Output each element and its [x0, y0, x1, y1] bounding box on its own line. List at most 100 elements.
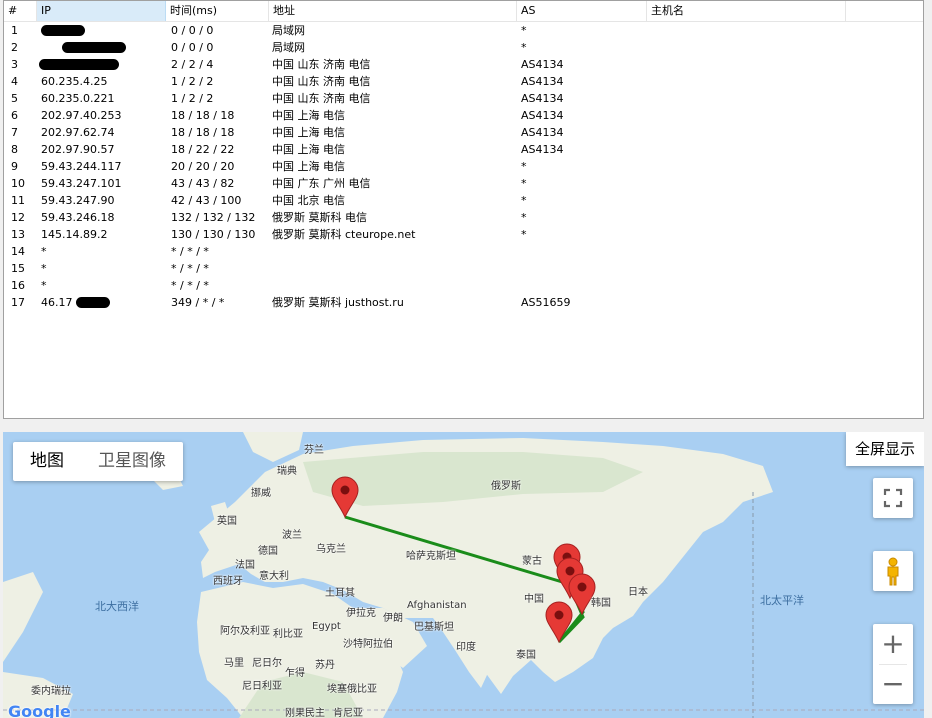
fullscreen-toggle-button[interactable]	[873, 478, 913, 518]
hop-ip: 59.43.244.117	[41, 160, 122, 173]
label-uk: 英国	[217, 516, 237, 527]
hop-index: 5	[11, 92, 18, 105]
label-iraq: 伊拉克	[346, 608, 376, 619]
hop-ip: *	[41, 279, 47, 292]
hop-as: AS4134	[521, 92, 564, 105]
hop-time: 0 / 0 / 0	[171, 41, 214, 54]
hop-address: 局域网	[272, 24, 305, 37]
redaction-mark	[39, 59, 119, 70]
hop-ip: 60.235.0.221	[41, 92, 115, 105]
hop-time: * / * / *	[171, 279, 209, 292]
hop-index: 1	[11, 24, 18, 37]
hop-index: 11	[11, 194, 25, 207]
hop-address: 中国 山东 济南 电信	[272, 92, 371, 105]
column-header-time[interactable]: 时间(ms)	[166, 1, 269, 21]
label-egypt: Egypt	[312, 621, 341, 632]
table-row[interactable]: 9 59.43.244.117 20 / 20 / 20 中国 上海 电信 *	[4, 158, 923, 175]
zoom-control: + −	[873, 624, 913, 704]
column-header-hostname[interactable]: 主机名	[647, 1, 846, 21]
label-japan: 日本	[628, 587, 648, 598]
hop-address: 中国 上海 电信	[272, 126, 345, 139]
zoom-separator	[879, 664, 907, 665]
hop-time: 18 / 18 / 18	[171, 109, 235, 122]
hop-index: 16	[11, 279, 25, 292]
hop-time: 2 / 2 / 4	[171, 58, 214, 71]
table-row[interactable]: 5 60.235.0.221 1 / 2 / 2 中国 山东 济南 电信 AS4…	[4, 90, 923, 107]
hop-index: 9	[11, 160, 18, 173]
google-logo: Google	[8, 702, 71, 718]
label-finland: 芬兰	[304, 445, 324, 456]
table-row[interactable]: 15 * * / * / *	[4, 260, 923, 277]
column-header-as[interactable]: AS	[517, 1, 647, 21]
label-thailand: 泰国	[516, 650, 536, 661]
label-saudi: 沙特阿拉伯	[343, 639, 393, 650]
label-ethiopia: 埃塞俄比亚	[327, 684, 377, 695]
street-view-button[interactable]	[873, 551, 913, 591]
map-type-map-button[interactable]: 地图	[13, 442, 81, 481]
label-kazakhstan: 哈萨克斯坦	[406, 551, 456, 562]
label-spain: 西班牙	[213, 576, 243, 587]
hop-time: 42 / 43 / 100	[171, 194, 242, 207]
hop-as: *	[521, 211, 527, 224]
table-row[interactable]: 1 0 / 0 / 0 局域网 *	[4, 22, 923, 39]
table-row[interactable]: 17 46.17 349 / * / * 俄罗斯 莫斯科 justhost.ru…	[4, 294, 923, 311]
label-niger: 尼日尔	[252, 658, 282, 669]
fullscreen-text-button[interactable]: 全屏显示	[846, 432, 924, 466]
map-type-satellite-button[interactable]: 卫星图像	[81, 442, 183, 481]
hop-time: 20 / 20 / 20	[171, 160, 235, 173]
label-libya: 利比亚	[273, 629, 303, 640]
hop-index: 8	[11, 143, 18, 156]
column-header-ip[interactable]: IP	[37, 1, 166, 21]
table-row[interactable]: 8 202.97.90.57 18 / 22 / 22 中国 上海 电信 AS4…	[4, 141, 923, 158]
hop-address: 中国 上海 电信	[272, 109, 345, 122]
label-sweden: 瑞典	[277, 466, 297, 477]
hop-address: 局域网	[272, 41, 305, 54]
label-ukraine: 乌克兰	[316, 544, 346, 555]
table-row[interactable]: 4 60.235.4.25 1 / 2 / 2 中国 山东 济南 电信 AS41…	[4, 73, 923, 90]
table-row[interactable]: 14 * * / * / *	[4, 243, 923, 260]
table-row[interactable]: 7 202.97.62.74 18 / 18 / 18 中国 上海 电信 AS4…	[4, 124, 923, 141]
hop-time: 130 / 130 / 130	[171, 228, 256, 241]
table-row[interactable]: 11 59.43.247.90 42 / 43 / 100 中国 北京 电信 *	[4, 192, 923, 209]
label-north-atlantic: 北大西洋	[95, 600, 139, 613]
label-russia: 俄罗斯	[491, 481, 521, 492]
column-header-address[interactable]: 地址	[269, 1, 517, 21]
table-row[interactable]: 13 145.14.89.2 130 / 130 / 130 俄罗斯 莫斯科 c…	[4, 226, 923, 243]
label-mali: 马里	[224, 658, 244, 669]
hop-index: 13	[11, 228, 25, 241]
hop-ip: *	[41, 262, 47, 275]
label-poland: 波兰	[282, 530, 302, 541]
hop-address: 俄罗斯 莫斯科 电信	[272, 211, 367, 224]
zoom-in-button[interactable]: +	[873, 624, 913, 664]
label-nigeria: 尼日利亚	[242, 681, 282, 692]
table-row[interactable]: 10 59.43.247.101 43 / 43 / 82 中国 广东 广州 电…	[4, 175, 923, 192]
label-algeria: 阿尔及利亚	[220, 626, 270, 637]
hop-as: *	[521, 41, 527, 54]
column-header-index[interactable]: #	[4, 1, 37, 21]
hop-address: 俄罗斯 莫斯科 justhost.ru	[272, 296, 404, 309]
hop-time: * / * / *	[171, 262, 209, 275]
label-congo: 刚果民主	[285, 708, 325, 718]
label-korea: 韩国	[591, 598, 611, 609]
table-row[interactable]: 6 202.97.40.253 18 / 18 / 18 中国 上海 电信 AS…	[4, 107, 923, 124]
redaction-mark	[76, 297, 110, 308]
table-row[interactable]: 3 2 / 2 / 4 中国 山东 济南 电信 AS4134	[4, 56, 923, 73]
hop-as: AS4134	[521, 109, 564, 122]
hop-as: *	[521, 194, 527, 207]
table-row[interactable]: 12 59.43.246.18 132 / 132 / 132 俄罗斯 莫斯科 …	[4, 209, 923, 226]
hop-index: 2	[11, 41, 18, 54]
hop-address: 中国 上海 电信	[272, 160, 345, 173]
label-mongolia: 蒙古	[522, 556, 542, 567]
hop-ip: 202.97.62.74	[41, 126, 115, 139]
table-row[interactable]: 16 * * / * / *	[4, 277, 923, 294]
table-row[interactable]: 2 0 / 0 / 0 局域网 *	[4, 39, 923, 56]
label-kenya: 肯尼亚	[333, 708, 363, 718]
route-map[interactable]: 芬兰 瑞典 挪威 英国 波兰 德国 乌克兰 法国 意大利 西班牙 俄罗斯 哈萨克…	[3, 432, 924, 718]
zoom-out-button[interactable]: −	[873, 664, 913, 704]
label-chad: 乍得	[285, 668, 305, 679]
hop-time: 349 / * / *	[171, 296, 225, 309]
hop-as: AS4134	[521, 58, 564, 71]
hop-ip: 145.14.89.2	[41, 228, 108, 241]
hop-index: 15	[11, 262, 25, 275]
hop-index: 10	[11, 177, 25, 190]
